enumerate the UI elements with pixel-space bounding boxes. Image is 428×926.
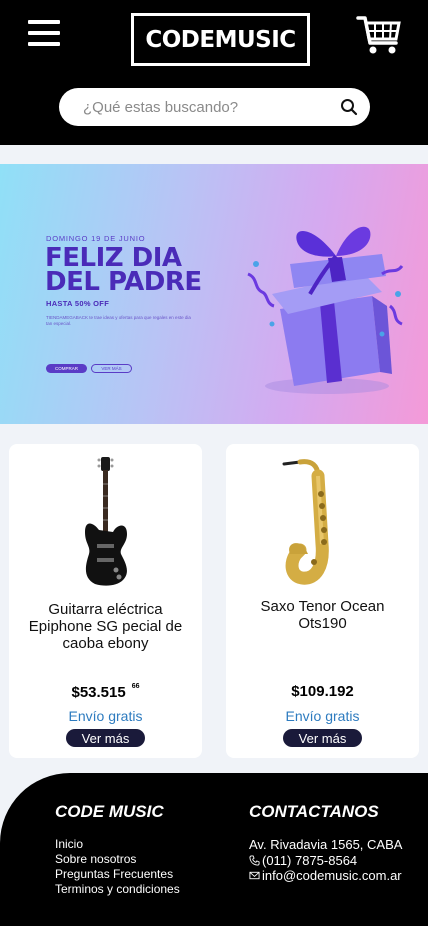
envelope-icon — [249, 871, 260, 880]
shipping-label: Envío gratis — [285, 708, 360, 724]
saxophone-icon — [282, 459, 329, 585]
product-card[interactable]: Saxo Tenor Ocean Ots190 $109.192 Envío g… — [226, 444, 419, 758]
hamburger-icon[interactable] — [28, 20, 60, 46]
product-price: $53.515 66 — [9, 683, 202, 701]
footer-link-faq[interactable]: Preguntas Frecuentes — [55, 867, 180, 882]
product-price-value: $109.192 — [291, 683, 354, 700]
phone-icon — [249, 854, 260, 866]
product-price: $109.192 — [226, 683, 419, 700]
shipping-label: Envío gratis — [68, 708, 143, 724]
electric-guitar-icon — [85, 457, 127, 586]
gift-box-icon — [247, 226, 404, 394]
site-logo[interactable]: CODEMUSIC — [131, 13, 310, 66]
footer-phone-row: (011) 7875-8564 — [249, 853, 402, 869]
promo-banner[interactable]: DOMINGO 19 DE JUNIO FELIZ DIA DEL PADRE … — [0, 164, 428, 424]
footer-email[interactable]: info@codemusic.com.ar — [262, 868, 402, 883]
banner-buy-button[interactable]: COMPRAR — [46, 364, 87, 373]
product-price-value: $53.515 — [71, 684, 126, 701]
footer-brand-heading: CODE MUSIC — [55, 802, 164, 821]
banner-subtitle: HASTA 50% OFF — [46, 299, 110, 308]
search-icon[interactable] — [340, 98, 358, 116]
see-more-button[interactable]: Ver más — [283, 729, 362, 747]
footer-address: Av. Rivadavia 1565, CABA — [249, 837, 403, 852]
footer-contact-heading: CONTACTANOS — [249, 802, 379, 821]
banner-description: TIENDAMEGABACK te trae ideas y ofertas p… — [46, 315, 191, 326]
banner-title-line2: DEL PADRE — [45, 267, 202, 297]
site-footer: CODE MUSIC CONTACTANOS Inicio Sobre noso… — [0, 773, 428, 926]
banner-date: DOMINGO 19 DE JUNIO — [46, 234, 146, 243]
site-header: CODEMUSIC — [0, 0, 428, 145]
banner-more-button[interactable]: VER MÁS — [91, 364, 132, 373]
footer-phone[interactable]: (011) 7875-8564 — [262, 853, 357, 868]
banner-title: FELIZ DIA DEL PADRE — [45, 245, 245, 297]
product-price-cents: 66 — [131, 683, 140, 690]
footer-email-row: info@codemusic.com.ar — [249, 868, 402, 884]
footer-link-inicio[interactable]: Inicio — [55, 837, 180, 852]
footer-contact: Av. Rivadavia 1565, CABA (011) 7875-8564… — [249, 837, 402, 884]
search-input[interactable] — [83, 88, 333, 126]
footer-link-terms[interactable]: Terminos y condiciones — [55, 882, 180, 897]
footer-links: Inicio Sobre nosotros Preguntas Frecuent… — [55, 837, 180, 897]
product-name[interactable]: Saxo Tenor Ocean Ots190 — [236, 598, 409, 632]
footer-link-about[interactable]: Sobre nosotros — [55, 852, 180, 867]
see-more-button[interactable]: Ver más — [66, 729, 145, 747]
product-card[interactable]: Guitarra eléctrica Epiphone SG pecial de… — [9, 444, 202, 758]
search-bar — [59, 88, 370, 126]
product-name[interactable]: Guitarra eléctrica Epiphone SG pecial de… — [19, 601, 192, 652]
shopping-cart-icon[interactable] — [356, 12, 402, 58]
